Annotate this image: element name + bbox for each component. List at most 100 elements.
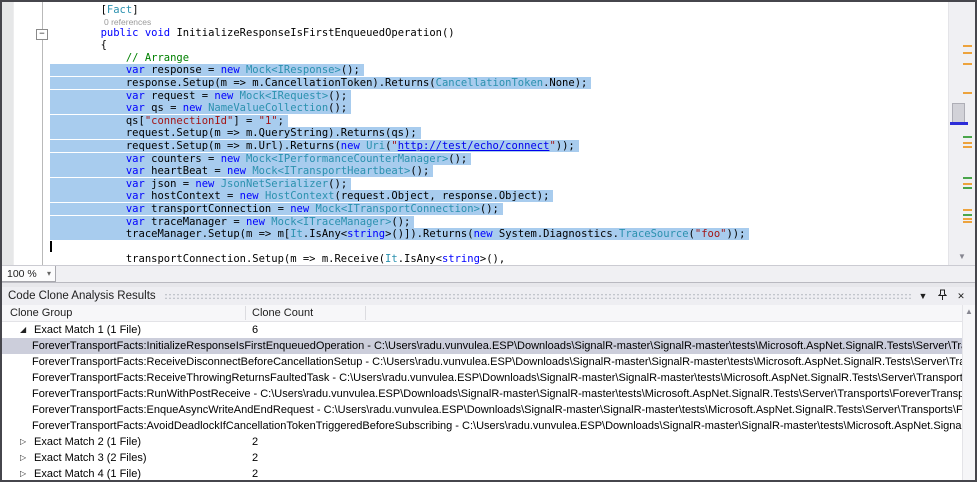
clone-item-row[interactable]: ForeverTransportFacts:EnqueAsyncWriteAnd… [2, 402, 962, 418]
collapse-region-button[interactable]: − [36, 29, 48, 40]
code-line[interactable]: var traceManager = new Mock<ITraceManage… [50, 216, 945, 229]
editor-horizontal-scrollbar[interactable] [56, 266, 975, 282]
panel-title-bar[interactable]: Code Clone Analysis Results ▼ ✕ [2, 287, 975, 305]
clone-group-row[interactable]: ▷ Exact Match 4 (1 File) 2 [2, 466, 962, 480]
change-annotation-mark [963, 63, 972, 65]
text-caret [50, 241, 52, 252]
panel-close-button[interactable]: ✕ [953, 289, 969, 303]
column-header-clone-group[interactable]: Clone Group [10, 305, 72, 322]
clone-count-value: 2 [252, 450, 258, 466]
selected-code: qs["connectionId"] = "1"; [50, 115, 288, 127]
change-annotation-mark [963, 183, 972, 185]
expander-collapsed-icon[interactable]: ▷ [20, 434, 26, 450]
panel-title: Code Clone Analysis Results [8, 290, 156, 302]
selected-code: request.Setup(m => m.Url).Returns(new Ur… [50, 140, 579, 152]
change-annotation-mark [963, 92, 972, 94]
code-line[interactable]: public void InitializeResponseIsFirstEnq… [50, 27, 945, 40]
clone-group-label: Exact Match 2 (1 File) [34, 434, 141, 450]
code-line[interactable]: var heartBeat = new Mock<ITransportHeart… [50, 165, 945, 178]
clone-item-text: ForeverTransportFacts:InitializeResponse… [32, 338, 962, 354]
selected-code: response.Setup(m => m.CancellationToken)… [50, 77, 591, 89]
change-annotation-mark [963, 142, 972, 144]
caret-position-marker [950, 122, 968, 125]
close-icon: ✕ [957, 291, 965, 301]
clone-count-value: 2 [252, 466, 258, 480]
selected-code: var counters = new Mock<IPerformanceCoun… [50, 153, 471, 165]
code-line[interactable] [50, 241, 945, 254]
expander-collapsed-icon[interactable]: ▷ [20, 450, 26, 466]
clone-group-label: Exact Match 4 (1 File) [34, 466, 141, 480]
expander-collapsed-icon[interactable]: ▷ [20, 466, 26, 480]
code-line[interactable]: request.Setup(m => m.QueryString).Return… [50, 127, 945, 140]
chevron-down-icon: ▾ [47, 266, 51, 282]
code-line[interactable]: var response = new Mock<IResponse>(); [50, 64, 945, 77]
selected-code: var qs = new NameValueCollection(); [50, 102, 351, 114]
zoom-level-value: 100 % [7, 268, 37, 280]
chevron-down-icon: ▼ [919, 291, 928, 301]
clone-item-text: ForeverTransportFacts:ReceiveThrowingRet… [32, 370, 962, 386]
selected-code: var transportConnection = new Mock<ITran… [50, 203, 503, 215]
clone-group-row[interactable]: ▷ Exact Match 3 (2 Files) 2 [2, 450, 962, 466]
editor-bottom-bar: 100 % ▾ [2, 265, 975, 282]
clone-item-row[interactable]: ForeverTransportFacts:AvoidDeadlockIfCan… [2, 418, 962, 434]
selected-code: var hostContext = new HostContext(reques… [50, 190, 553, 202]
selected-code: var json = new JsonNetSerializer(); [50, 178, 351, 190]
code-line[interactable]: transportConnection.Setup(m => m.Receive… [50, 253, 945, 265]
grid-header: Clone Group Clone Count [2, 305, 975, 322]
codelens-references[interactable]: 0 references [50, 17, 945, 27]
results-vertical-scrollbar[interactable]: ▲ [962, 305, 975, 480]
code-editor[interactable]: − [Fact]0 references public void Initial… [2, 2, 975, 265]
code-line[interactable]: traceManager.Setup(m => m[It.IsAny<strin… [50, 228, 945, 241]
code-line[interactable]: var json = new JsonNetSerializer(); [50, 178, 945, 191]
pin-icon [938, 289, 947, 301]
clone-item-text: ForeverTransportFacts:RunWithPostReceive… [32, 386, 962, 402]
code-line[interactable]: { [50, 39, 945, 52]
code-line[interactable]: qs["connectionId"] = "1"; [50, 115, 945, 128]
change-annotation-mark [963, 214, 972, 216]
code-line[interactable]: var request = new Mock<IRequest>(); [50, 90, 945, 103]
editor-vertical-scrollbar[interactable]: ▼ [948, 2, 975, 265]
column-separator[interactable] [365, 306, 366, 320]
change-annotation-mark [963, 52, 972, 54]
change-annotation-mark [963, 209, 972, 211]
clone-results-list: ◢Exact Match 1 (1 File)6ForeverTransport… [2, 322, 962, 480]
scroll-up-arrow-icon[interactable]: ▲ [963, 307, 975, 316]
clone-item-row[interactable]: ForeverTransportFacts:ReceiveDisconnectB… [2, 354, 962, 370]
clone-item-text: ForeverTransportFacts:EnqueAsyncWriteAnd… [32, 402, 962, 418]
clone-group-row[interactable]: ▷ Exact Match 2 (1 File) 2 [2, 434, 962, 450]
change-annotation-mark [963, 218, 972, 220]
code-line[interactable]: var counters = new Mock<IPerformanceCoun… [50, 153, 945, 166]
panel-menu-button[interactable]: ▼ [915, 289, 931, 303]
panel-pin-button[interactable] [934, 289, 950, 303]
change-annotation-mark [963, 187, 972, 189]
change-annotation-mark [963, 221, 972, 223]
code-line[interactable]: var qs = new NameValueCollection(); [50, 102, 945, 115]
code-line[interactable]: var hostContext = new HostContext(reques… [50, 190, 945, 203]
column-header-clone-count[interactable]: Clone Count [252, 305, 313, 322]
scroll-down-arrow-icon[interactable]: ▼ [949, 252, 975, 261]
selected-code: var request = new Mock<IRequest>(); [50, 90, 351, 102]
column-separator[interactable] [245, 306, 246, 320]
selected-code: var traceManager = new Mock<ITraceManage… [50, 216, 414, 228]
clone-item-row[interactable]: ForeverTransportFacts:InitializeResponse… [2, 338, 962, 354]
clone-count-value: 6 [252, 322, 258, 338]
clone-group-label: Exact Match 3 (2 Files) [34, 450, 146, 466]
clone-item-row[interactable]: ForeverTransportFacts:ReceiveThrowingRet… [2, 370, 962, 386]
clone-item-text: ForeverTransportFacts:ReceiveDisconnectB… [32, 354, 962, 370]
code-line[interactable]: response.Setup(m => m.CancellationToken)… [50, 77, 945, 90]
breakpoint-margin[interactable] [2, 2, 14, 265]
code-area[interactable]: [Fact]0 references public void Initializ… [50, 4, 945, 265]
clone-group-row[interactable]: ◢ Exact Match 1 (1 File) 6 [2, 322, 962, 338]
code-line[interactable]: [Fact] [50, 4, 945, 17]
scrollbar-thumb[interactable] [952, 103, 965, 123]
zoom-level-dropdown[interactable]: 100 % ▾ [2, 266, 56, 282]
expander-expanded-icon[interactable]: ◢ [20, 322, 26, 338]
code-line[interactable]: request.Setup(m => m.Url).Returns(new Ur… [50, 140, 945, 153]
clone-item-row[interactable]: ForeverTransportFacts:RunWithPostReceive… [2, 386, 962, 402]
code-line[interactable]: var transportConnection = new Mock<ITran… [50, 203, 945, 216]
code-line[interactable]: // Arrange [50, 52, 945, 65]
clone-count-value: 2 [252, 434, 258, 450]
clone-group-label: Exact Match 1 (1 File) [34, 322, 141, 338]
code-clone-analysis-panel: Code Clone Analysis Results ▼ ✕ Clone Gr… [2, 287, 975, 480]
change-annotation-mark [963, 146, 972, 148]
